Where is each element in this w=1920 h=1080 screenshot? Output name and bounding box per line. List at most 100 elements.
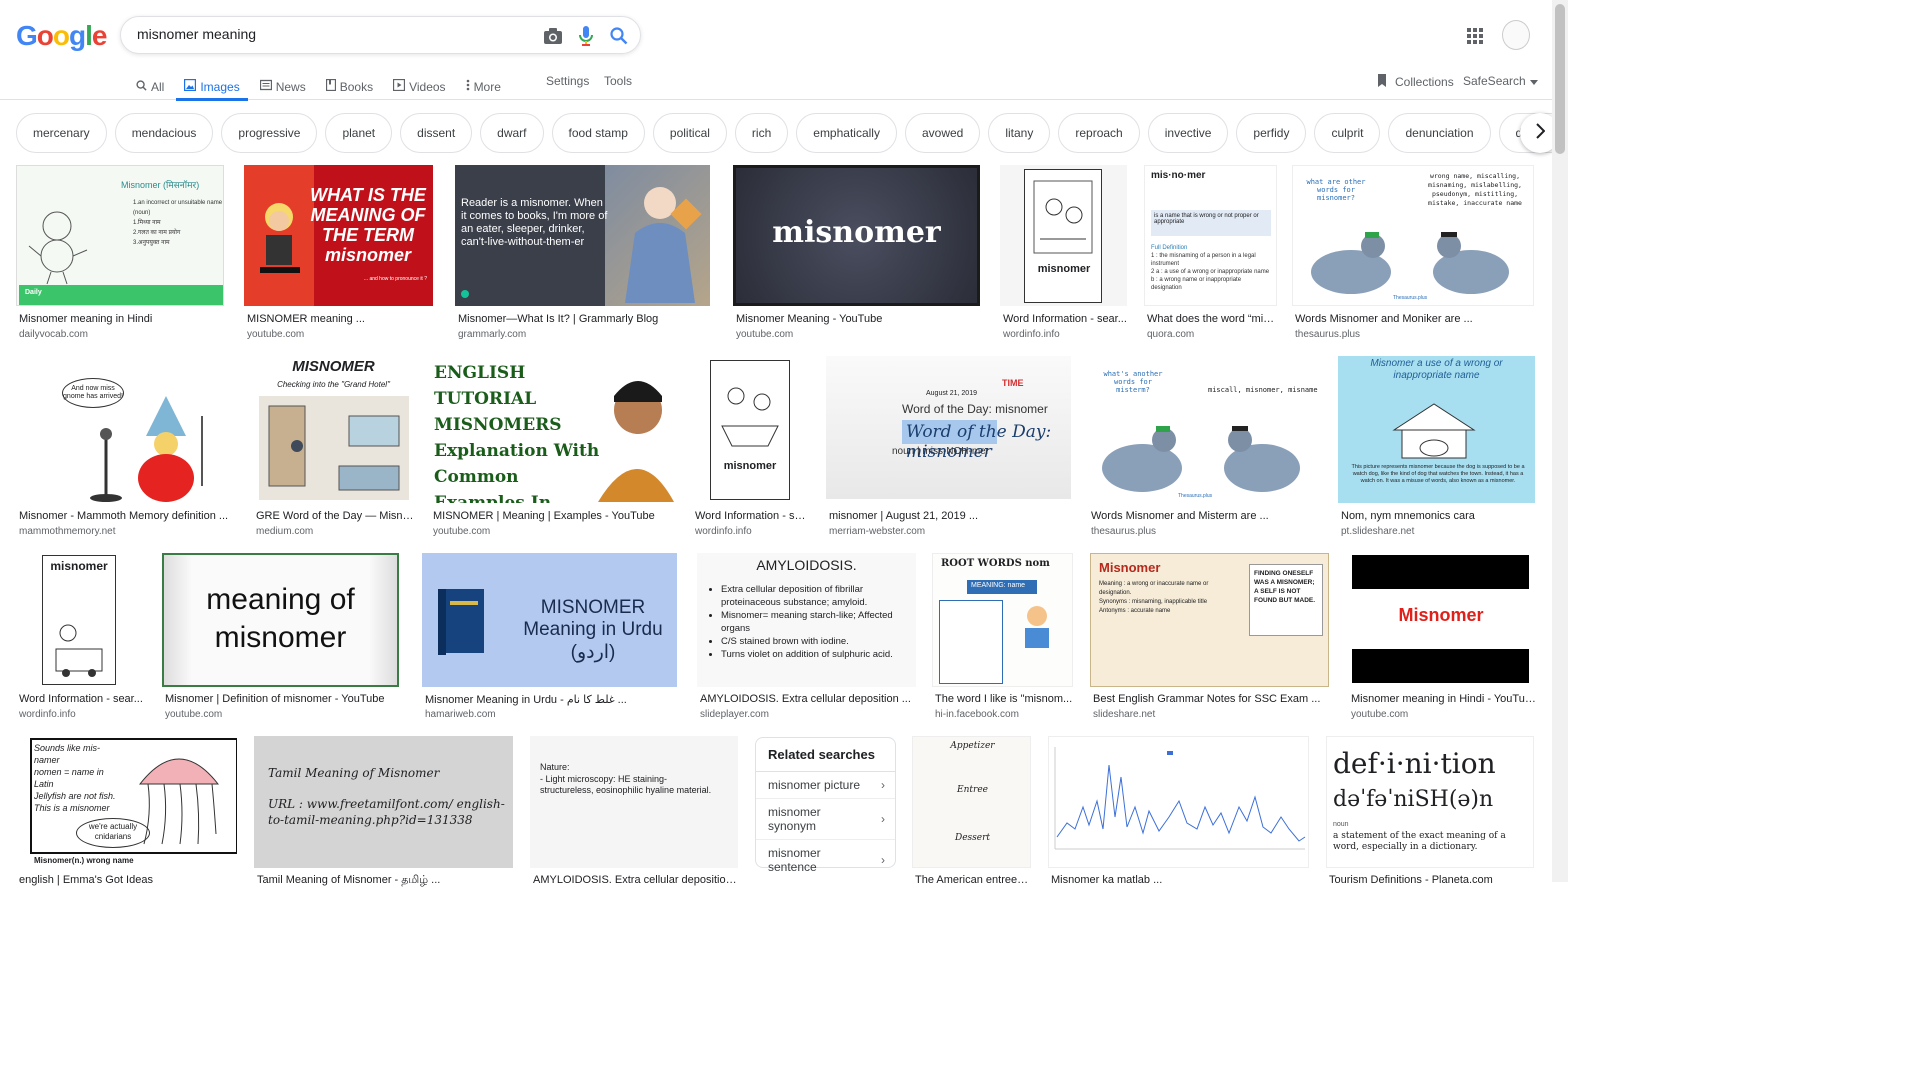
settings-link[interactable]: Settings xyxy=(546,74,589,88)
chip[interactable]: emphatically xyxy=(796,113,897,153)
result-source[interactable]: slideshare.net xyxy=(1093,709,1329,720)
result-source[interactable]: wordinfo.info xyxy=(1003,329,1128,340)
image-result[interactable]: August 21, 2019 TIME Word of the Day: mi… xyxy=(826,356,1072,537)
result-thumbnail[interactable]: MISNOMER Checking into the "Grand Hotel" xyxy=(253,356,414,503)
result-thumbnail[interactable]: Misnomer Meaning : a wrong or inaccurate… xyxy=(1090,553,1329,687)
result-source[interactable]: mammothmemory.net xyxy=(19,526,237,537)
result-thumbnail[interactable]: WHAT IS THE MEANING OF THE TERM misnomer… xyxy=(244,165,433,306)
result-title[interactable]: AMYLOIDOSIS. Extra cellular deposition .… xyxy=(700,693,916,705)
related-search-item[interactable]: misnomer synonym › xyxy=(756,799,895,840)
result-thumbnail[interactable]: ROOT WORDS nom MEANING: name xyxy=(932,553,1073,687)
search-icon[interactable] xyxy=(608,25,630,47)
related-search-item[interactable]: misnomer picture › xyxy=(756,772,895,799)
result-title[interactable]: misnomer | August 21, 2019 ... xyxy=(829,510,1072,522)
image-result[interactable]: Nature: - Light microscopy: HE staining-… xyxy=(530,736,740,886)
result-thumbnail[interactable]: mis·no·mer is a name that is wrong or no… xyxy=(1144,165,1277,306)
result-source[interactable]: thesaurus.plus xyxy=(1091,526,1321,537)
image-result[interactable]: misnomer Word Information - sear... word… xyxy=(1000,165,1128,345)
tab-images[interactable]: Images xyxy=(176,72,249,101)
result-title[interactable]: Tamil Meaning of Misnomer - தமிழ் ... xyxy=(257,874,513,888)
image-result[interactable]: Misnomer a use of a wrong or inappropria… xyxy=(1338,356,1536,537)
result-thumbnail[interactable]: MISNOMER Meaning in Urdu (اردو) xyxy=(422,553,677,687)
result-source[interactable]: dailyvocab.com xyxy=(19,329,224,340)
result-source[interactable]: youtube.com xyxy=(247,329,432,340)
tab-all[interactable]: All xyxy=(136,72,164,99)
image-result[interactable]: AMYLOIDOSIS. Extra cellular deposition o… xyxy=(697,553,917,723)
result-source[interactable]: youtube.com xyxy=(736,329,981,340)
image-result[interactable]: what are other words for misnomer? wrong… xyxy=(1292,165,1536,345)
image-result[interactable]: misnomer Word Information - se... wordin… xyxy=(692,356,810,537)
image-result[interactable]: Reader is a misnomer. When it comes to b… xyxy=(455,165,712,345)
result-source[interactable]: youtube.com xyxy=(433,526,676,537)
chip[interactable]: reproach xyxy=(1058,113,1140,153)
result-title[interactable]: Word Information - sear... xyxy=(1003,313,1128,325)
result-thumbnail[interactable]: Nature: - Light microscopy: HE staining-… xyxy=(530,736,738,868)
image-result[interactable]: Misnomer Misnomer meaning in Hindi - You… xyxy=(1348,553,1536,723)
result-source[interactable]: youtube.com xyxy=(165,709,400,720)
result-source[interactable]: slideplayer.com xyxy=(700,709,916,720)
image-result[interactable]: ENGLISH TUTORIAL MISNOMERS Explanation W… xyxy=(430,356,676,537)
result-thumbnail[interactable]: Misnomer (मिसनॉमर) 1.an incorrect or uns… xyxy=(16,165,224,306)
result-title[interactable]: Misnomer Meaning in Urdu - غلط کا نام ..… xyxy=(425,693,677,706)
result-source[interactable]: merriam-webster.com xyxy=(829,526,1072,537)
image-result[interactable]: ROOT WORDS nom MEANING: name The word I … xyxy=(932,553,1074,723)
result-source[interactable]: wordinfo.info xyxy=(695,526,807,537)
google-logo[interactable]: Google xyxy=(16,20,107,52)
image-result[interactable]: Tamil Meaning of Misnomer URL : www.free… xyxy=(254,736,514,886)
image-result[interactable]: def·i·ni·tion dəˈfəˈniSH(ə)n noun a stat… xyxy=(1326,736,1536,886)
result-title[interactable]: Nom, nym mnemonics cara xyxy=(1341,510,1536,522)
image-result[interactable]: mis·no·mer is a name that is wrong or no… xyxy=(1144,165,1278,345)
image-result[interactable]: misnomer Word Information - sear... word… xyxy=(16,553,144,723)
result-source[interactable]: pt.slideshare.net xyxy=(1341,526,1536,537)
apps-grid-icon[interactable] xyxy=(1467,28,1483,44)
image-result[interactable]: meaning of misnomer Misnomer | Definitio… xyxy=(162,553,400,723)
result-thumbnail[interactable]: ENGLISH TUTORIAL MISNOMERS Explanation W… xyxy=(430,356,675,503)
result-title[interactable]: AMYLOIDOSIS. Extra cellular deposition .… xyxy=(533,874,738,886)
result-title[interactable]: MISNOMER meaning ... xyxy=(247,313,432,325)
result-title[interactable]: Words Misnomer and Misterm are ... xyxy=(1091,510,1321,522)
result-title[interactable]: GRE Word of the Day — Misno... xyxy=(256,510,414,522)
image-result[interactable]: misnomer Misnomer Meaning - YouTube yout… xyxy=(733,165,981,345)
vertical-scrollbar[interactable] xyxy=(1552,0,1568,882)
chip[interactable]: perfidy xyxy=(1236,113,1307,153)
result-title[interactable]: The American entree: ... xyxy=(915,874,1031,886)
result-title[interactable]: Misnomer Meaning - YouTube xyxy=(736,313,981,325)
image-result[interactable]: MISNOMER Meaning in Urdu (اردو) Misnomer… xyxy=(422,553,678,723)
result-title[interactable]: Misnomer meaning in Hindi xyxy=(19,313,224,325)
result-title[interactable]: Word Information - se... xyxy=(695,510,807,522)
search-input[interactable] xyxy=(137,26,517,42)
chip[interactable]: planet xyxy=(325,113,393,153)
result-thumbnail[interactable]: Misnomer xyxy=(1348,553,1534,687)
result-title[interactable]: Words Misnomer and Moniker are ... xyxy=(1295,313,1535,325)
chip[interactable]: avowed xyxy=(904,113,981,153)
result-source[interactable]: medium.com xyxy=(256,526,414,537)
chip[interactable]: mercenary xyxy=(16,113,107,153)
result-thumbnail[interactable]: Reader is a misnomer. When it comes to b… xyxy=(455,165,710,306)
result-thumbnail[interactable]: misnomer xyxy=(733,165,980,306)
result-thumbnail[interactable]: Tamil Meaning of Misnomer URL : www.free… xyxy=(254,736,513,868)
chip[interactable]: culprit xyxy=(1314,113,1381,153)
safesearch-menu[interactable]: SafeSearch xyxy=(1463,74,1538,88)
result-title[interactable]: Misnomer meaning in Hindi - YouTube xyxy=(1351,693,1536,705)
result-title[interactable]: Tourism Definitions - Planeta.com xyxy=(1329,874,1535,886)
chip[interactable]: food stamp xyxy=(551,113,645,153)
result-thumbnail[interactable]: what are other words for misnomer? wrong… xyxy=(1292,165,1534,306)
result-thumbnail[interactable]: misnomer xyxy=(692,356,809,503)
tab-news[interactable]: News xyxy=(259,72,306,99)
result-title[interactable]: Word Information - sear... xyxy=(19,693,143,705)
result-title[interactable]: Misnomer—What Is It? | Grammarly Blog xyxy=(458,313,710,325)
image-result[interactable]: WHAT IS THE MEANING OF THE TERM misnomer… xyxy=(244,165,434,345)
result-source[interactable]: hi-in.facebook.com xyxy=(935,709,1073,720)
result-thumbnail[interactable]: Sounds like mis- namer nomen = name in L… xyxy=(16,736,237,868)
tab-books[interactable]: Books xyxy=(325,72,373,99)
microphone-icon[interactable] xyxy=(575,25,597,47)
scrollbar-thumb[interactable] xyxy=(1555,4,1565,154)
image-result[interactable]: Sounds like mis- namer nomen = name in L… xyxy=(16,736,238,886)
chip[interactable]: rich xyxy=(734,113,789,153)
avatar[interactable] xyxy=(1502,20,1530,50)
image-result[interactable]: And now miss gnome has arrived! Misnomer… xyxy=(16,356,238,537)
result-source[interactable]: thesaurus.plus xyxy=(1295,329,1535,340)
result-thumbnail[interactable]: misnomer xyxy=(16,553,143,687)
result-title[interactable]: The word I like is "misnom... xyxy=(935,693,1073,705)
chip[interactable]: litany xyxy=(988,113,1051,153)
